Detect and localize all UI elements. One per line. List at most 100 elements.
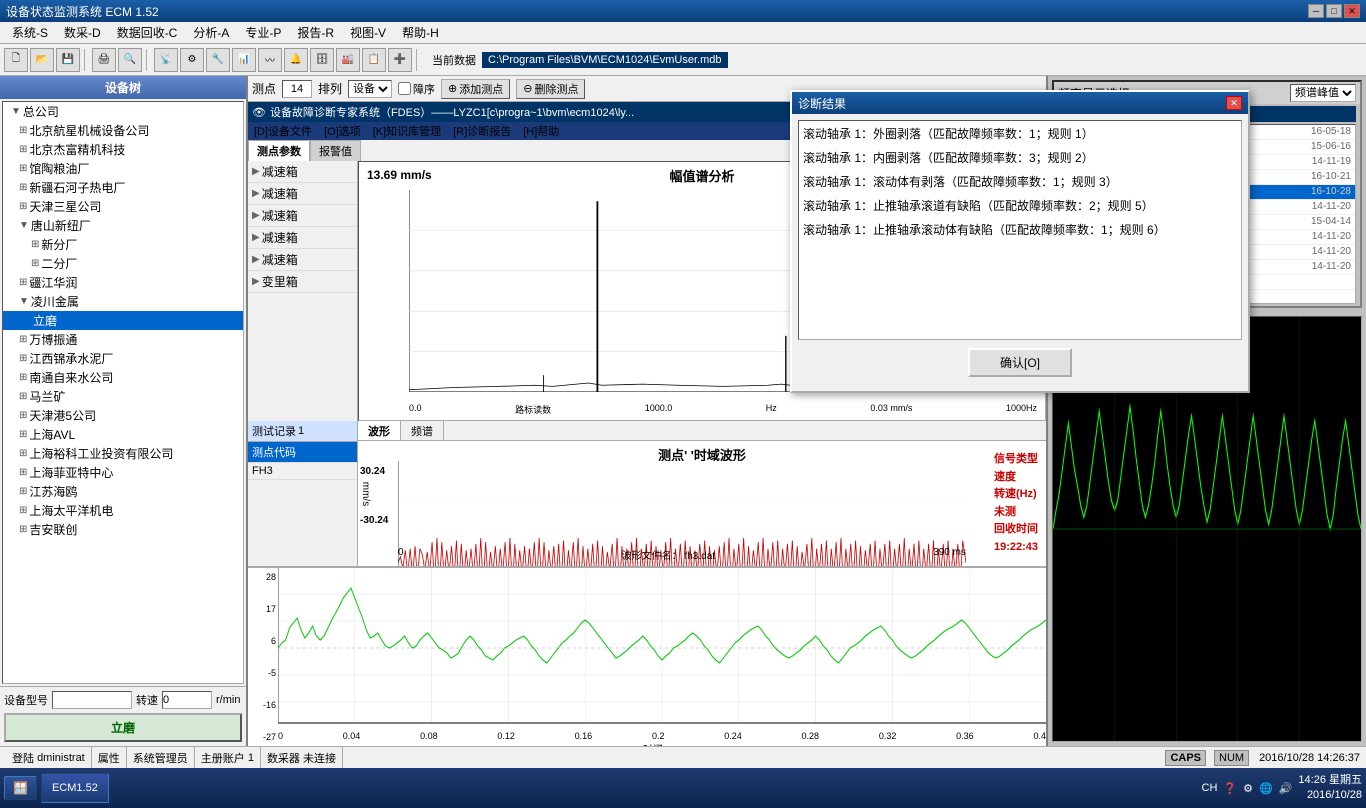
menu-report[interactable]: 报告-R <box>289 22 342 43</box>
extra-btn[interactable]: ➕ <box>388 48 412 72</box>
tree-item-18[interactable]: ⊞ 上海裕科工业投资有限公司 <box>3 444 243 463</box>
tree-item-20[interactable]: ⊞ 江苏海鸥 <box>3 482 243 501</box>
tree-item-21[interactable]: ⊞ 上海太平洋机电 <box>3 501 243 520</box>
tree-item-8[interactable]: ⊞ 二分厂 <box>3 254 243 273</box>
x-7: 0.28 <box>802 731 820 741</box>
measure-list-item-1[interactable]: FH3 <box>248 463 357 480</box>
taskbar-app-ecm[interactable]: ECM1.52 <box>41 773 109 803</box>
clock-time: 14:26 星期五 <box>1298 773 1362 788</box>
freq-select[interactable]: 频谱峰值 全部频率 <box>1290 84 1356 102</box>
waveform-axis: 0 波形文件名： fh3.dat 390 ms <box>398 547 966 562</box>
del-point-btn[interactable]: ⊖ 删除测点 <box>516 79 585 99</box>
tab-spectrum[interactable]: 频谱 <box>401 421 444 440</box>
dialog-close-btn[interactable]: ✕ <box>1226 96 1242 110</box>
tab-waveform[interactable]: 波形 <box>358 421 401 440</box>
tree-item-9[interactable]: ⊞ 疆江华润 <box>3 273 243 292</box>
menu-help[interactable]: 帮助-H <box>394 22 447 43</box>
speed-input[interactable] <box>162 691 212 709</box>
save-btn[interactable]: 💾 <box>56 48 80 72</box>
device-btn[interactable]: ⚙ <box>180 48 204 72</box>
tree-label: 立磨 <box>33 312 57 329</box>
device-type-row: 设备型号 转速 r/min <box>4 691 242 709</box>
open-btn[interactable]: 📂 <box>30 48 54 72</box>
tree-item-1[interactable]: ⊞ 北京航星机械设备公司 <box>3 121 243 140</box>
selected-device-btn[interactable]: 立磨 <box>4 713 242 742</box>
sidebar-header: 设备树 <box>0 76 246 99</box>
sep1 <box>84 49 88 71</box>
menu-datarecovery[interactable]: 数据回收-C <box>109 22 186 43</box>
chart-btn[interactable]: 📊 <box>232 48 256 72</box>
expert-btn[interactable]: 🏭 <box>336 48 360 72</box>
tree-item-13[interactable]: ⊞ 江西锦承水泥厂 <box>3 349 243 368</box>
db-btn[interactable]: 🗄 <box>310 48 334 72</box>
tree-item-16[interactable]: ⊞ 天津港5公司 <box>3 406 243 425</box>
menu-analysis[interactable]: 分析-A <box>185 22 237 43</box>
tree-item-2[interactable]: ⊞ 北京杰富精机科技 <box>3 140 243 159</box>
device-row-5[interactable]: ▶ 变里箱 <box>248 271 357 293</box>
speed-label: 转速 <box>136 692 158 708</box>
plus-icon: ⊞ <box>19 448 27 459</box>
x-label1: 路标读数 <box>515 403 551 416</box>
time-y-axis: 28 17 6 -5 -16 -27 <box>248 568 278 746</box>
tab-alarm[interactable]: 报警值 <box>310 140 361 161</box>
menu-system[interactable]: 系统-S <box>4 22 56 43</box>
device-type-input[interactable] <box>52 691 132 709</box>
measure-list-panel: 测试记录 1 测点代码 FH3 <box>248 421 358 566</box>
tree-item-15[interactable]: ⊞ 马兰矿 <box>3 387 243 406</box>
signal-speed-label: 速度 <box>994 469 1038 487</box>
new-btn[interactable]: 🗋 <box>4 48 28 72</box>
restore-btn[interactable]: □ <box>1326 4 1342 18</box>
expand-icon: ▼ <box>11 106 21 117</box>
device-row-0[interactable]: ▶ 减速箱 <box>248 161 357 183</box>
x-end-label: 390 ms <box>933 547 966 562</box>
tree-item-5[interactable]: ⊞ 天津三星公司 <box>3 197 243 216</box>
add-point-btn[interactable]: ⊕ 添加测点 <box>441 79 510 99</box>
tree-item-10[interactable]: ▼ 凌川金属 <box>3 292 243 311</box>
tree-item-root[interactable]: ▼ 总公司 <box>3 102 243 121</box>
measure-list-label: 测试记录 <box>252 423 296 439</box>
tree-item-11[interactable]: 立磨 <box>3 311 243 330</box>
fdes-menu-kb[interactable]: [K]知识库管理 <box>367 122 447 140</box>
tree-label: 唐山新纽厂 <box>31 217 91 234</box>
tab-param[interactable]: 测点参数 <box>248 140 310 161</box>
expand-icon: ▼ <box>19 296 29 307</box>
collect-btn[interactable]: 📡 <box>154 48 178 72</box>
point-input[interactable] <box>282 80 312 98</box>
preview-btn[interactable]: 🔍 <box>118 48 142 72</box>
sort-select[interactable]: 设备 测点 <box>348 80 392 98</box>
menu-view[interactable]: 视图-V <box>342 22 394 43</box>
taskbar-right: CH ❓ ⚙ 🌐 🔊 14:26 星期五 2016/10/28 <box>1202 773 1362 804</box>
fdes-menu-options[interactable]: [O]选项 <box>318 122 367 140</box>
minimize-btn[interactable]: ─ <box>1308 4 1324 18</box>
tree-item-19[interactable]: ⊞ 上海菲亚特中心 <box>3 463 243 482</box>
device-row-2[interactable]: ▶ 减速箱 <box>248 205 357 227</box>
print-btn[interactable]: 🖨 <box>92 48 116 72</box>
tree-item-12[interactable]: ⊞ 万博振通 <box>3 330 243 349</box>
tree-item-22[interactable]: ⊞ 吉安联创 <box>3 520 243 539</box>
tree-item-14[interactable]: ⊞ 南通自来水公司 <box>3 368 243 387</box>
tree-item-7[interactable]: ⊞ 新分厂 <box>3 235 243 254</box>
report-btn[interactable]: 📋 <box>362 48 386 72</box>
wave-btn[interactable]: 〰 <box>258 48 282 72</box>
alarm-btn[interactable]: 🔔 <box>284 48 308 72</box>
fdes-menu-report[interactable]: [R]诊断报告 <box>447 122 517 140</box>
tree-item-4[interactable]: ⊞ 新疆石河子热电厂 <box>3 178 243 197</box>
fdes-menu-device[interactable]: [D]设备文件 <box>248 122 318 140</box>
tree-item-3[interactable]: ⊞ 馆陶粮油厂 <box>3 159 243 178</box>
attr-label: 属性 <box>98 750 120 766</box>
device-row-3[interactable]: ▶ 减速箱 <box>248 227 357 249</box>
measure-list-item-0[interactable]: 测点代码 <box>248 442 357 463</box>
config-btn[interactable]: 🔧 <box>206 48 230 72</box>
start-button[interactable]: 🪟 <box>4 776 37 800</box>
dialog-confirm-btn[interactable]: 确认[O] <box>968 348 1072 377</box>
tree-item-6[interactable]: ▼ 唐山新纽厂 <box>3 216 243 235</box>
fault-checkbox[interactable] <box>398 82 411 95</box>
device-row-1[interactable]: ▶ 减速箱 <box>248 183 357 205</box>
tree-item-17[interactable]: ⊞ 上海AVL <box>3 425 243 444</box>
plus-icon: ⊞ <box>19 163 27 174</box>
device-row-4[interactable]: ▶ 减速箱 <box>248 249 357 271</box>
menu-datacollect[interactable]: 数采-D <box>56 22 109 43</box>
menu-professional[interactable]: 专业-P <box>237 22 289 43</box>
fdes-menu-help[interactable]: [H]帮助 <box>517 122 565 140</box>
close-btn[interactable]: ✕ <box>1344 4 1360 18</box>
